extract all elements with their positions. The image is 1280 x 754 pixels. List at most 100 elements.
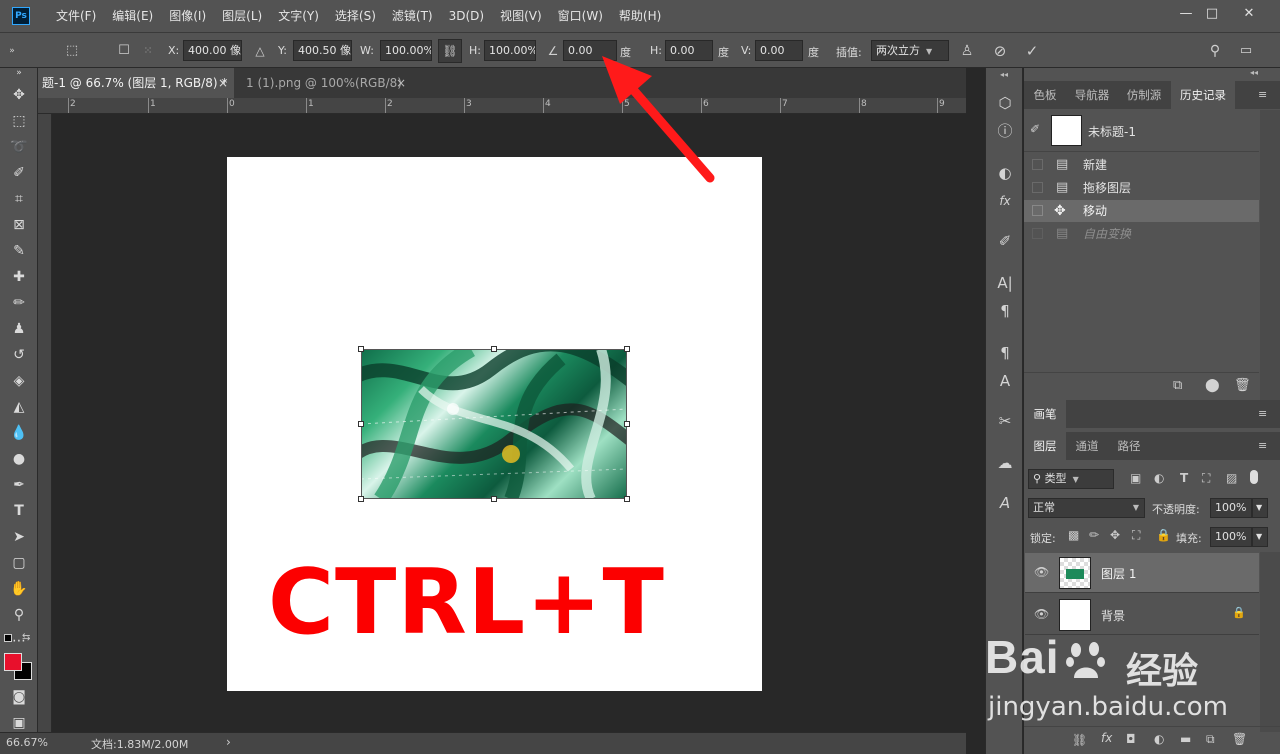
menu-layer[interactable]: 图层(L) — [214, 0, 270, 32]
document-size-info[interactable]: 文档:1.83M/2.00M — [91, 736, 188, 752]
layer-row[interactable]: 👁 背景 🔒 — [1025, 595, 1259, 635]
info-panel-icon[interactable]: ⓘ — [994, 120, 1016, 142]
transform-handle[interactable] — [624, 421, 630, 427]
lasso-tool-icon[interactable]: ➰ — [7, 136, 31, 158]
history-step[interactable]: ▤ 新建 — [1024, 154, 1259, 176]
interpolation-select[interactable]: 两次立方 ▼ — [871, 40, 949, 61]
transform-bounding-box[interactable] — [361, 349, 627, 499]
hand-tool-icon[interactable]: ✋ — [7, 578, 31, 600]
commit-transform-icon[interactable]: ✓ — [1022, 41, 1042, 61]
dodge-tool-icon[interactable]: ● — [7, 448, 31, 470]
tab-untitled-1[interactable]: 题-1 @ 66.7% (图层 1, RGB/8) * × — [38, 68, 234, 98]
frame-tool-icon[interactable]: ⊠ — [7, 214, 31, 236]
marquee-tool-icon[interactable]: ⬚ — [7, 110, 31, 132]
menu-type[interactable]: 文字(Y) — [270, 0, 327, 32]
history-scrollbar[interactable] — [1260, 110, 1280, 400]
lock-all-icon[interactable]: 🔒 — [1156, 528, 1171, 542]
history-checkbox[interactable] — [1032, 228, 1043, 239]
trash-icon[interactable]: 🗑 — [1234, 378, 1251, 393]
tab-navigator[interactable]: 导航器 — [1066, 81, 1118, 109]
blend-mode-select[interactable]: 正常 ▼ — [1028, 498, 1145, 518]
close-window-button[interactable]: ✕ — [1237, 4, 1261, 24]
swap-colors-icon[interactable]: ⇆ — [22, 632, 30, 643]
new-group-icon[interactable]: ▬ — [1180, 732, 1191, 746]
adjustments-panel-icon[interactable]: ◐ — [994, 162, 1016, 184]
close-tab-icon[interactable]: × — [396, 68, 406, 98]
menu-image[interactable]: 图像(I) — [161, 0, 214, 32]
delete-layer-icon[interactable]: 🗑 — [1232, 732, 1247, 746]
filter-toggle[interactable] — [1250, 470, 1258, 484]
tool-presets-icon[interactable]: ✂ — [994, 410, 1016, 432]
transform-handle[interactable] — [491, 346, 497, 352]
menu-help[interactable]: 帮助(H) — [611, 0, 669, 32]
layer-name[interactable]: 图层 1 — [1101, 565, 1136, 582]
menu-edit[interactable]: 编辑(E) — [104, 0, 161, 32]
fx-icon[interactable]: fx — [1101, 731, 1112, 745]
height-field[interactable]: 100.00% — [484, 40, 536, 61]
crop-tool-icon[interactable]: ⌗ — [7, 188, 31, 210]
pixel-filter-icon[interactable]: ▣ — [1130, 471, 1141, 485]
tab-layers[interactable]: 图层 — [1024, 432, 1066, 460]
y-position-field[interactable]: 400.50 像素 — [293, 40, 352, 61]
search-icon[interactable]: ⚲ — [1205, 41, 1225, 61]
lock-position-icon[interactable]: ✥ — [1110, 528, 1120, 542]
history-checkbox[interactable] — [1032, 159, 1043, 170]
glyphs-icon[interactable]: A — [994, 492, 1016, 514]
history-snapshot[interactable]: ✐ 未标题-1 — [1024, 110, 1259, 152]
eyedropper-tool-icon[interactable]: ✎ — [7, 240, 31, 262]
eye-visibility-icon[interactable]: 👁 — [1034, 607, 1049, 621]
history-step-disabled[interactable]: ▤ 自由变换 — [1024, 223, 1259, 245]
tab-brush[interactable]: 画笔 — [1024, 400, 1066, 428]
fill-dropdown-icon[interactable]: ▼ — [1252, 527, 1268, 547]
character-styles-icon[interactable]: A — [994, 370, 1016, 392]
transform-handle[interactable] — [358, 421, 364, 427]
link-layers-icon[interactable]: ⛓ — [1072, 733, 1087, 747]
character-panel-icon[interactable]: A| — [994, 272, 1016, 294]
pen-tool-icon[interactable]: ✒ — [7, 474, 31, 496]
panel-menu-icon[interactable]: ≡ — [1258, 88, 1267, 101]
new-layer-icon[interactable]: ⧉ — [1206, 732, 1215, 747]
tab-history[interactable]: 历史记录 — [1171, 81, 1235, 109]
status-menu-arrow-icon[interactable]: › — [226, 735, 231, 749]
lock-artboard-icon[interactable]: ⛶ — [1132, 528, 1140, 543]
reference-point-grid-icon[interactable]: ⁙ — [138, 41, 158, 61]
workspace-icon[interactable]: ▭ — [1236, 41, 1256, 61]
transform-handle[interactable] — [624, 346, 630, 352]
tab-paths[interactable]: 路径 — [1108, 432, 1150, 460]
shape-filter-icon[interactable]: ⛶ — [1202, 471, 1210, 486]
tab-png[interactable]: 1 (1).png @ 100%(RGB/8) × — [242, 68, 408, 98]
zoom-level[interactable]: 66.67% — [6, 736, 48, 749]
quick-mask-icon[interactable]: ◙ — [7, 686, 31, 708]
menu-select[interactable]: 选择(S) — [327, 0, 384, 32]
libraries-icon[interactable]: ☁ — [994, 452, 1016, 474]
eye-visibility-icon[interactable]: 👁 — [1034, 565, 1049, 579]
layer-name[interactable]: 背景 — [1101, 607, 1125, 624]
paragraph-panel-icon[interactable]: ¶ — [994, 300, 1016, 322]
tab-clone-source[interactable]: 仿制源 — [1118, 81, 1170, 109]
reference-point-checkbox[interactable]: ☐ — [114, 41, 134, 61]
history-step-selected[interactable]: ✥ 移动 — [1024, 200, 1259, 222]
opacity-field[interactable]: 100% — [1210, 498, 1252, 518]
foreground-color-swatch[interactable] — [4, 653, 22, 671]
path-select-icon[interactable]: ➤ — [7, 526, 31, 548]
link-aspect-icon[interactable]: ⛓ — [438, 39, 462, 63]
close-tab-icon[interactable]: × — [218, 68, 228, 98]
menu-view[interactable]: 视图(V) — [492, 0, 550, 32]
clone-stamp-icon[interactable]: ♟ — [7, 318, 31, 340]
tab-swatches[interactable]: 色板 — [1024, 81, 1066, 109]
paint-bucket-icon[interactable]: ◭ — [7, 396, 31, 418]
lock-pixels-icon[interactable]: ✏ — [1089, 528, 1099, 542]
transform-tool-preset-icon[interactable]: ⬚ — [62, 41, 82, 61]
layer-filter-select[interactable]: ⚲ 类型 ▼ — [1028, 469, 1114, 489]
healing-brush-icon[interactable]: ✚ — [7, 266, 31, 288]
layer-row-selected[interactable]: 👁 图层 1 — [1025, 553, 1259, 593]
collapse-panels-icon[interactable]: ◂◂ — [1000, 70, 1008, 79]
x-position-field[interactable]: 400.00 像素 — [183, 40, 242, 61]
menu-3d[interactable]: 3D(D) — [441, 0, 492, 32]
relative-position-icon[interactable]: △ — [250, 41, 270, 61]
menu-window[interactable]: 窗口(W) — [550, 0, 611, 32]
styles-panel-icon[interactable]: fx — [994, 190, 1016, 212]
history-checkbox[interactable] — [1032, 205, 1043, 216]
adjustment-filter-icon[interactable]: ◐ — [1154, 471, 1164, 485]
new-document-from-state-icon[interactable]: ⧉ — [1173, 378, 1182, 393]
